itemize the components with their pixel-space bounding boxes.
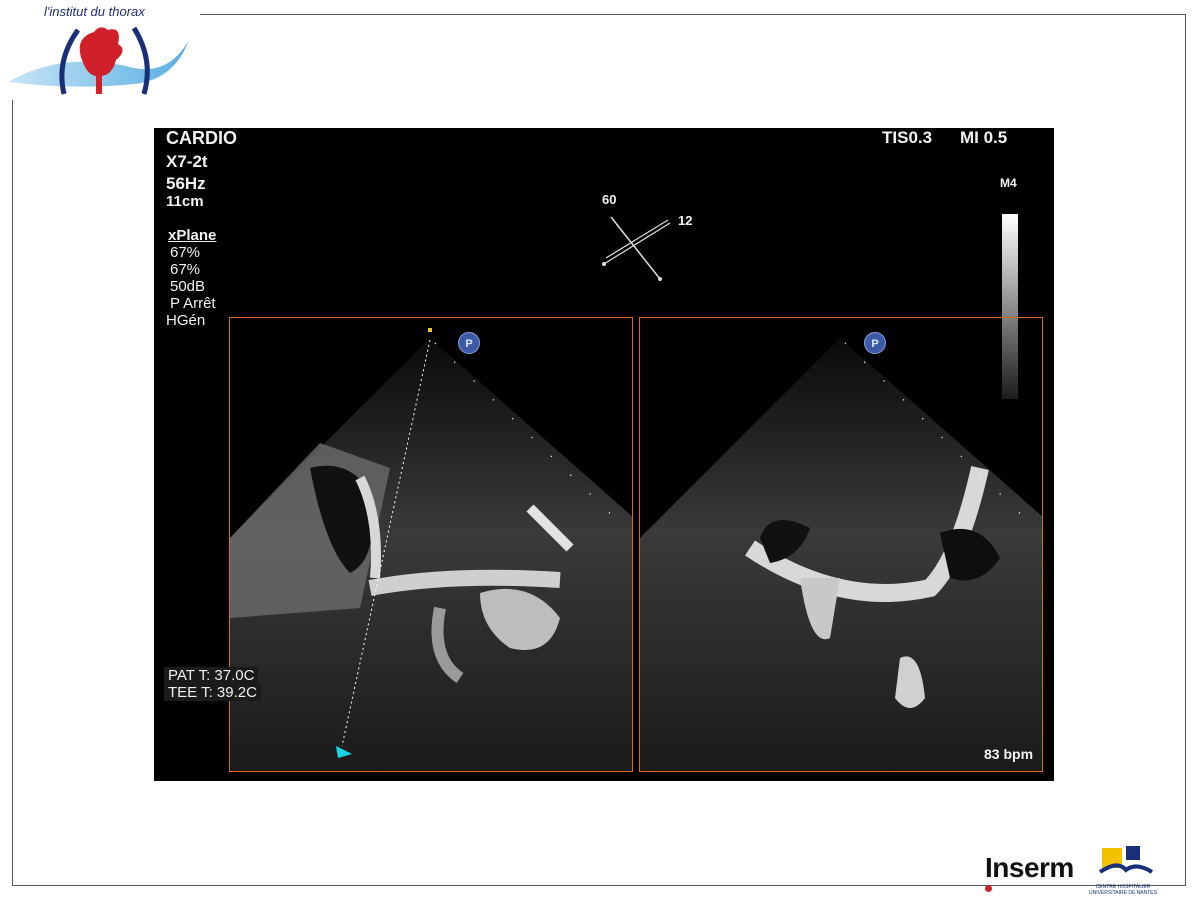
heart-rate-label: 83 bpm: [984, 746, 1034, 762]
inserm-logo-text: Inserm: [985, 852, 1074, 883]
angle-primary-label: 60: [602, 192, 617, 207]
probe-orientation-marker: P: [458, 332, 480, 354]
ultrasound-image: CARDIO X7-2t 56Hz 11cm xPlane 67% 67% 50…: [154, 128, 1054, 781]
map-label: M4: [1000, 176, 1017, 190]
primary-plane-view: P: [229, 317, 633, 772]
secondary-plane-view: P 83 bpm: [639, 317, 1043, 772]
patient-temp: PAT T: 37.0C: [164, 667, 259, 684]
settings-harmonics: HGén: [166, 312, 206, 329]
mode-label: CARDIO: [166, 128, 237, 148]
settings-gain-1: 67%: [170, 244, 201, 261]
depth-label: 11cm: [166, 193, 204, 210]
institut-logo-text: l'institut du thorax: [44, 4, 145, 19]
mi-label: MI 0.5: [960, 128, 1008, 147]
angle-secondary-label: 12: [678, 213, 693, 228]
inserm-dot-icon: [985, 885, 992, 892]
xplane-angle-icon: [602, 216, 671, 281]
chu-nantes-logo: [1098, 846, 1154, 874]
settings-persistence: P Arrêt: [170, 295, 216, 312]
probe-temp: TEE T: 39.2C: [164, 684, 261, 701]
institut-thorax-logo: [8, 26, 189, 95]
probe-label: X7-2t: [166, 152, 208, 171]
probe-orientation-marker-secondary: P: [864, 332, 886, 354]
tis-label: TIS0.3: [882, 128, 933, 147]
settings-dynamic-range: 50dB: [170, 278, 206, 295]
settings-gain-2: 67%: [170, 261, 201, 278]
frame-rate-label: 56Hz: [166, 174, 206, 193]
chu-nantes-label: CENTRE HOSPITALIER UNIVERSITAIRE DE NANT…: [1089, 884, 1157, 896]
settings-title: xPlane: [168, 227, 217, 244]
